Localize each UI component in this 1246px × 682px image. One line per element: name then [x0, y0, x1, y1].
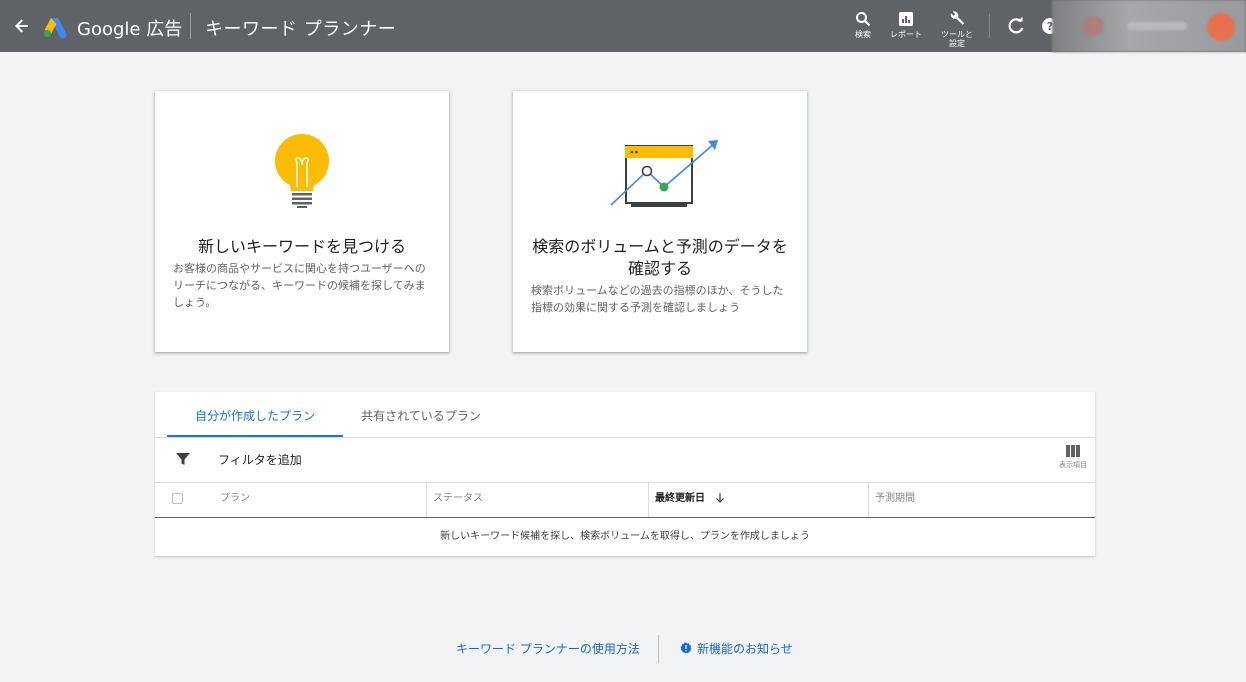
reports-label: レポート: [890, 30, 922, 39]
brand-name: Google 広告: [77, 19, 183, 40]
page-title: キーワード プランナー: [205, 19, 397, 40]
column-header-plan[interactable]: プラン: [214, 483, 426, 517]
top-app-bar: Google 広告 キーワード プランナー 検索 レポート ツールと 設定 ?: [0, 0, 1246, 52]
search-icon: [856, 12, 871, 27]
google-ads-logo[interactable]: [42, 15, 68, 39]
search-label: 検索: [855, 30, 871, 39]
footer-divider: [658, 635, 659, 663]
refresh-icon[interactable]: [1006, 16, 1026, 36]
filter-icon[interactable]: [175, 451, 191, 467]
howto-link[interactable]: キーワード プランナーの使用方法: [456, 640, 640, 657]
column-header-label: 最終更新日: [655, 493, 705, 504]
tools-label: ツールと 設定: [941, 30, 973, 48]
wrench-icon: [950, 11, 965, 25]
add-filter-button[interactable]: フィルタを追加: [218, 451, 302, 468]
announcement-icon: [680, 642, 692, 654]
search-button[interactable]: 検索: [848, 11, 878, 39]
find-keywords-card[interactable]: 新しいキーワードを見つける お客様の商品やサービスに関心を持つユーザーへのリーチ…: [155, 91, 449, 352]
filter-bar: フィルタを追加 表示項目: [155, 437, 1095, 483]
tab-shared-plans[interactable]: 共有されているプラン: [351, 392, 491, 437]
select-all-checkbox[interactable]: [172, 493, 183, 504]
forecast-card[interactable]: 検索のボリュームと予測のデータを確認する 検索ボリュームなどの過去の指標のほか、…: [513, 91, 807, 352]
brand-divider: [190, 13, 191, 39]
column-header-last-updated[interactable]: 最終更新日: [648, 483, 868, 517]
tools-settings-button[interactable]: ツールと 設定: [936, 11, 978, 48]
columns-icon: [1066, 445, 1080, 457]
growth-chart-icon: [610, 140, 718, 207]
sort-descending-icon: [716, 493, 725, 503]
lightbulb-icon: [275, 134, 329, 208]
whats-new-link[interactable]: 新機能のお知らせ: [697, 640, 793, 657]
column-header-forecast-period[interactable]: 予測期間: [868, 483, 1095, 517]
card-description: お客様の商品やサービスに関心を持つユーザーへのリーチにつながる、キーワードの候補…: [173, 262, 426, 309]
columns-label: 表示項目: [1059, 461, 1087, 469]
card-description: 検索ボリュームなどの過去の指標のほか、そうした指標の効果に関する予測を確認しまし…: [531, 284, 784, 314]
column-header-status[interactable]: ステータス: [426, 483, 648, 517]
account-area-blurred[interactable]: [1052, 0, 1246, 52]
columns-button[interactable]: 表示項目: [1053, 445, 1093, 470]
tab-my-plans[interactable]: 自分が作成したプラン: [167, 392, 343, 437]
back-arrow-icon[interactable]: [12, 16, 32, 36]
bar-chart-icon: [899, 12, 913, 26]
card-title: 検索のボリュームと予測のデータを確認する: [532, 237, 788, 278]
plans-panel: 自分が作成したプラン 共有されているプラン フィルタを追加 表示項目 プラン ス…: [155, 392, 1095, 556]
toolbar-divider: [989, 14, 990, 38]
table-header: プラン ステータス 最終更新日 予測期間: [155, 483, 1095, 518]
plans-tabs: 自分が作成したプラン 共有されているプラン: [155, 392, 1095, 438]
card-title: 新しいキーワードを見つける: [197, 237, 406, 256]
empty-state-message: 新しいキーワード候補を探し、検索ボリュームを取得し、プランを作成しましょう: [440, 531, 810, 542]
reports-button[interactable]: レポート: [886, 11, 926, 39]
